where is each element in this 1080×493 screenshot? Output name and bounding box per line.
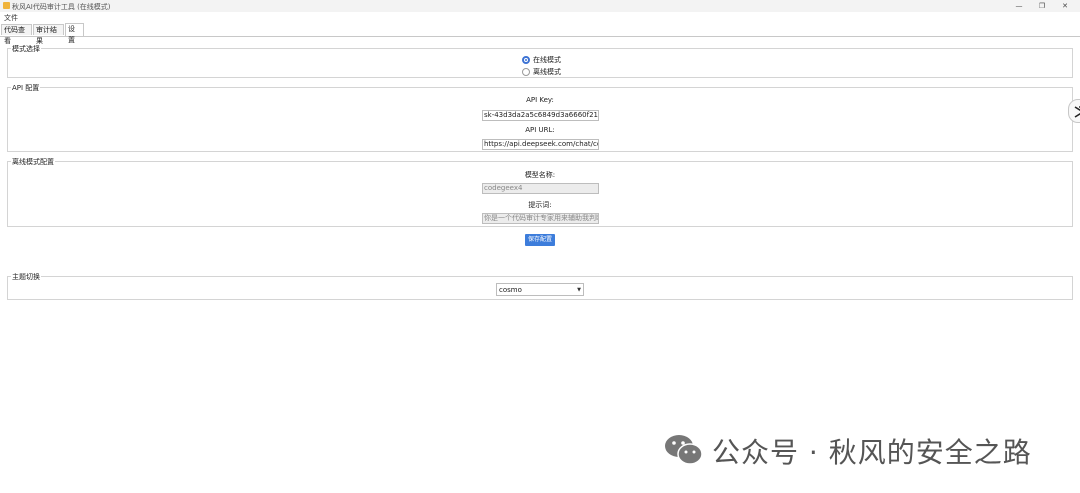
maximize-button[interactable]: ❐	[1035, 1, 1049, 11]
minimize-button[interactable]: —	[1012, 1, 1026, 11]
mode-selection-group: 模式选择 在线模式 离线模式	[7, 44, 1073, 78]
assistant-icon	[1074, 106, 1080, 118]
api-url-label: API URL:	[525, 126, 555, 134]
tab-audit-results[interactable]: 审计结果	[33, 24, 64, 45]
offline-config-group: 离线模式配置 模型名称: codegeex4 提示词: 你是一个代码审计专家用来…	[7, 157, 1073, 227]
theme-switch-group: 主题切换 cosmo ▼	[7, 272, 1073, 300]
theme-select-value: cosmo	[499, 286, 522, 294]
offline-mode-label[interactable]: 离线模式	[533, 67, 561, 77]
tab-bar: 代码查看 审计结果 设置	[0, 23, 1080, 45]
offline-mode-radio[interactable]	[522, 68, 530, 76]
prompt-input[interactable]: 你是一个代码审计专家用来辅助我判断代	[482, 213, 599, 224]
tab-settings[interactable]: 设置	[65, 23, 84, 44]
group-legend: 模式选择	[11, 44, 41, 54]
tab-code-view[interactable]: 代码查看	[1, 24, 32, 45]
close-button[interactable]: ✕	[1058, 1, 1072, 11]
api-url-input[interactable]: https://api.deepseek.com/chat/comp	[482, 139, 599, 150]
window-title: 秋风AI代码审计工具 (在线模式)	[12, 3, 111, 11]
wechat-icon	[665, 435, 703, 465]
prompt-label: 提示词:	[528, 201, 552, 209]
api-key-input[interactable]: sk-43d3da2a5c6849d3a6660f21990d	[482, 110, 599, 121]
group-legend: API 配置	[11, 83, 41, 93]
theme-select[interactable]: cosmo ▼	[496, 283, 584, 296]
api-config-group: API 配置 API Key: sk-43d3da2a5c6849d3a6660…	[7, 83, 1073, 152]
online-mode-label[interactable]: 在线模式	[533, 55, 561, 65]
watermark-text: 公众号 · 秋风的安全之路	[712, 436, 1032, 469]
save-config-button[interactable]: 保存配置	[525, 234, 555, 246]
floating-assistant-button[interactable]	[1068, 99, 1080, 123]
app-icon	[3, 2, 10, 9]
group-legend: 主题切换	[11, 272, 41, 282]
group-legend: 离线模式配置	[11, 157, 55, 167]
online-mode-radio[interactable]	[522, 56, 530, 64]
title-bar: 秋风AI代码审计工具 (在线模式) — ❐ ✕	[0, 0, 1080, 12]
chevron-down-icon: ▼	[577, 287, 581, 293]
menu-bar: 文件	[0, 12, 1080, 22]
menu-file[interactable]: 文件	[4, 13, 18, 23]
api-key-label: API Key:	[526, 96, 554, 104]
model-name-label: 模型名称:	[524, 171, 556, 179]
model-name-input[interactable]: codegeex4	[482, 183, 599, 194]
